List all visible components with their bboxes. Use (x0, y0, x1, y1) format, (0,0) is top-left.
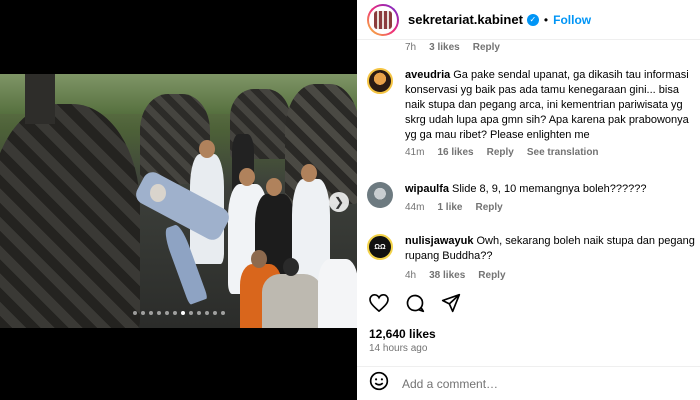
avatar[interactable] (367, 3, 399, 36)
list-item: ΩΩ nulisjawayuk Owh, sekarang boleh naik … (367, 234, 697, 281)
instagram-post-view: ❯ sekretariat.kabinet ✓ • Follow 7h 3 li… (0, 0, 700, 400)
comment-username[interactable]: aveudria (405, 69, 450, 81)
post-actions (368, 292, 462, 314)
person (318, 259, 357, 328)
comment-time: 44m (405, 202, 425, 213)
post-username[interactable]: sekretariat.kabinet (408, 12, 523, 27)
post-photo[interactable] (0, 74, 357, 328)
post-media: ❯ (0, 0, 357, 400)
chevron-right-icon: ❯ (333, 195, 345, 209)
carousel-dot (212, 311, 217, 315)
heart-icon[interactable] (368, 292, 390, 314)
comment-username[interactable]: nulisjawayuk (405, 235, 473, 247)
comment-username[interactable]: wipaulfa (405, 183, 449, 195)
smiley-icon[interactable] (369, 371, 389, 396)
separator-dot: • (543, 12, 549, 27)
carousel-dot (132, 311, 137, 315)
avatar[interactable] (367, 182, 393, 208)
reply-button[interactable]: Reply (475, 202, 502, 213)
list-item: aveudria Ga pake sendal upanat, ga dikasi… (367, 68, 697, 158)
list-item: wipaulfa Slide 8, 9, 10 memangnya boleh??… (367, 182, 697, 213)
reply-button[interactable]: Reply (478, 270, 505, 281)
post-header: sekretariat.kabinet ✓ • Follow (357, 0, 700, 40)
carousel-dot (196, 311, 201, 315)
reply-button[interactable]: Reply (487, 147, 514, 158)
paper-plane-icon[interactable] (440, 292, 462, 314)
carousel-dot (172, 311, 177, 315)
comment-meta: 44m 1 like Reply (405, 202, 647, 213)
person (262, 274, 322, 328)
post-timestamp: 14 hours ago (369, 343, 428, 354)
comment-time: 41m (405, 147, 425, 158)
avatar[interactable] (367, 68, 393, 94)
comment-bubble-icon[interactable] (404, 292, 426, 314)
carousel-indicator (0, 311, 357, 315)
carousel-next-button[interactable]: ❯ (329, 192, 349, 212)
reply-button[interactable]: Reply (473, 42, 500, 53)
see-translation-link[interactable]: See translation (527, 147, 599, 158)
comment-likes[interactable]: 38 likes (429, 270, 465, 281)
post-side-panel: sekretariat.kabinet ✓ • Follow 7h 3 like… (357, 0, 700, 400)
comment-meta: 4h 38 likes Reply (405, 270, 697, 281)
comment-meta: 7h 3 likes Reply (405, 42, 500, 53)
verified-badge-icon: ✓ (526, 13, 539, 26)
carousel-dot (164, 311, 169, 315)
carousel-dot (204, 311, 209, 315)
stupa-large (0, 74, 140, 328)
comments-list: 7h 3 likes Reply aveudria Ga pake sendal … (357, 40, 700, 282)
comment-likes[interactable]: 16 likes (437, 147, 473, 158)
likes-count[interactable]: 12,640 likes (369, 327, 436, 341)
comment-likes[interactable]: 3 likes (429, 42, 460, 53)
follow-button[interactable]: Follow (553, 13, 591, 27)
comment-meta: 41m 16 likes Reply See translation (405, 147, 697, 158)
carousel-dot (220, 311, 225, 315)
add-comment-bar: Add a comment… (357, 366, 700, 400)
add-comment-input[interactable]: Add a comment… (402, 377, 498, 391)
carousel-dot (148, 311, 153, 315)
comment-time: 7h (405, 42, 417, 53)
comment-time: 4h (405, 270, 417, 281)
avatar[interactable]: ΩΩ (367, 234, 393, 260)
carousel-dot (188, 311, 193, 315)
comment-likes[interactable]: 1 like (437, 202, 462, 213)
carousel-dot (180, 311, 185, 315)
carousel-dot (156, 311, 161, 315)
list-item: 7h 3 likes Reply (405, 42, 700, 53)
comment-text: Slide 8, 9, 10 memangnya boleh?????? (452, 183, 647, 195)
carousel-dot (140, 311, 145, 315)
